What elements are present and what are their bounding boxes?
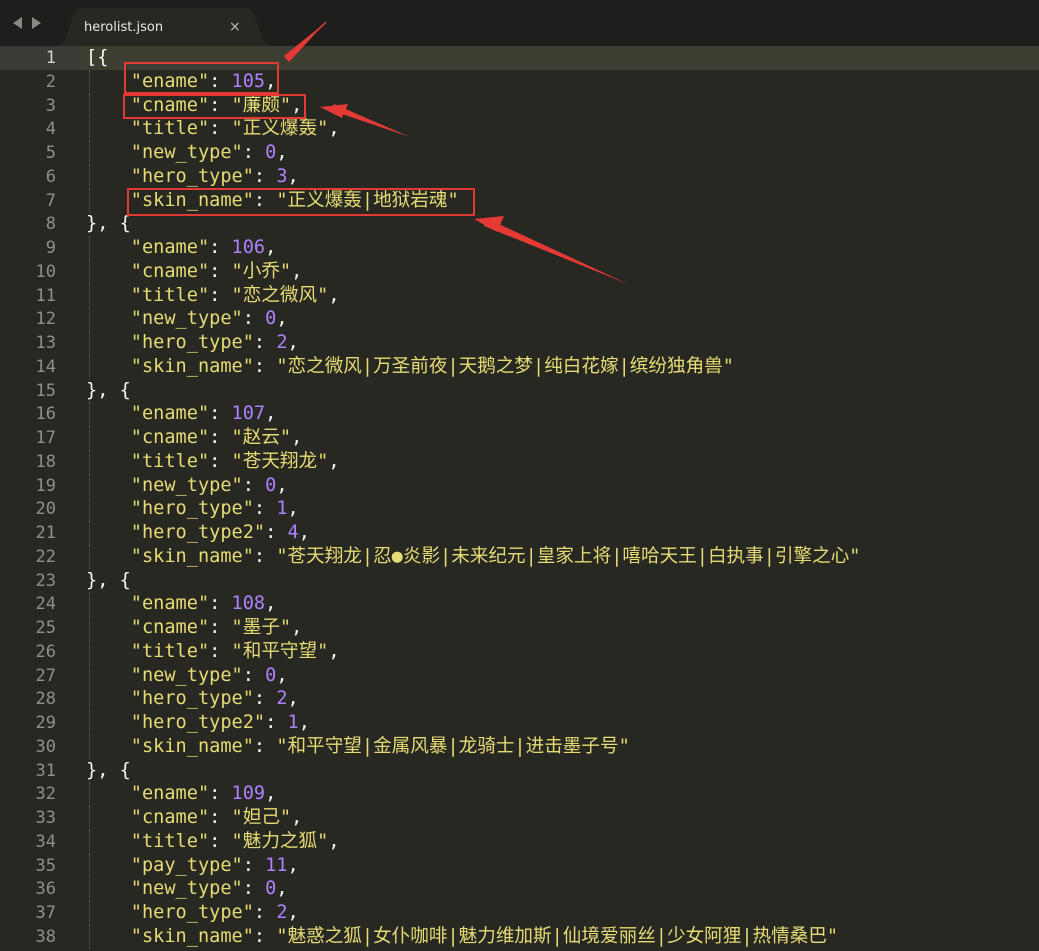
arrow-to-skin-name	[474, 216, 628, 284]
annotation-arrows	[284, 21, 628, 284]
arrow-to-cname	[320, 104, 410, 137]
arrow-to-ename	[284, 21, 327, 62]
